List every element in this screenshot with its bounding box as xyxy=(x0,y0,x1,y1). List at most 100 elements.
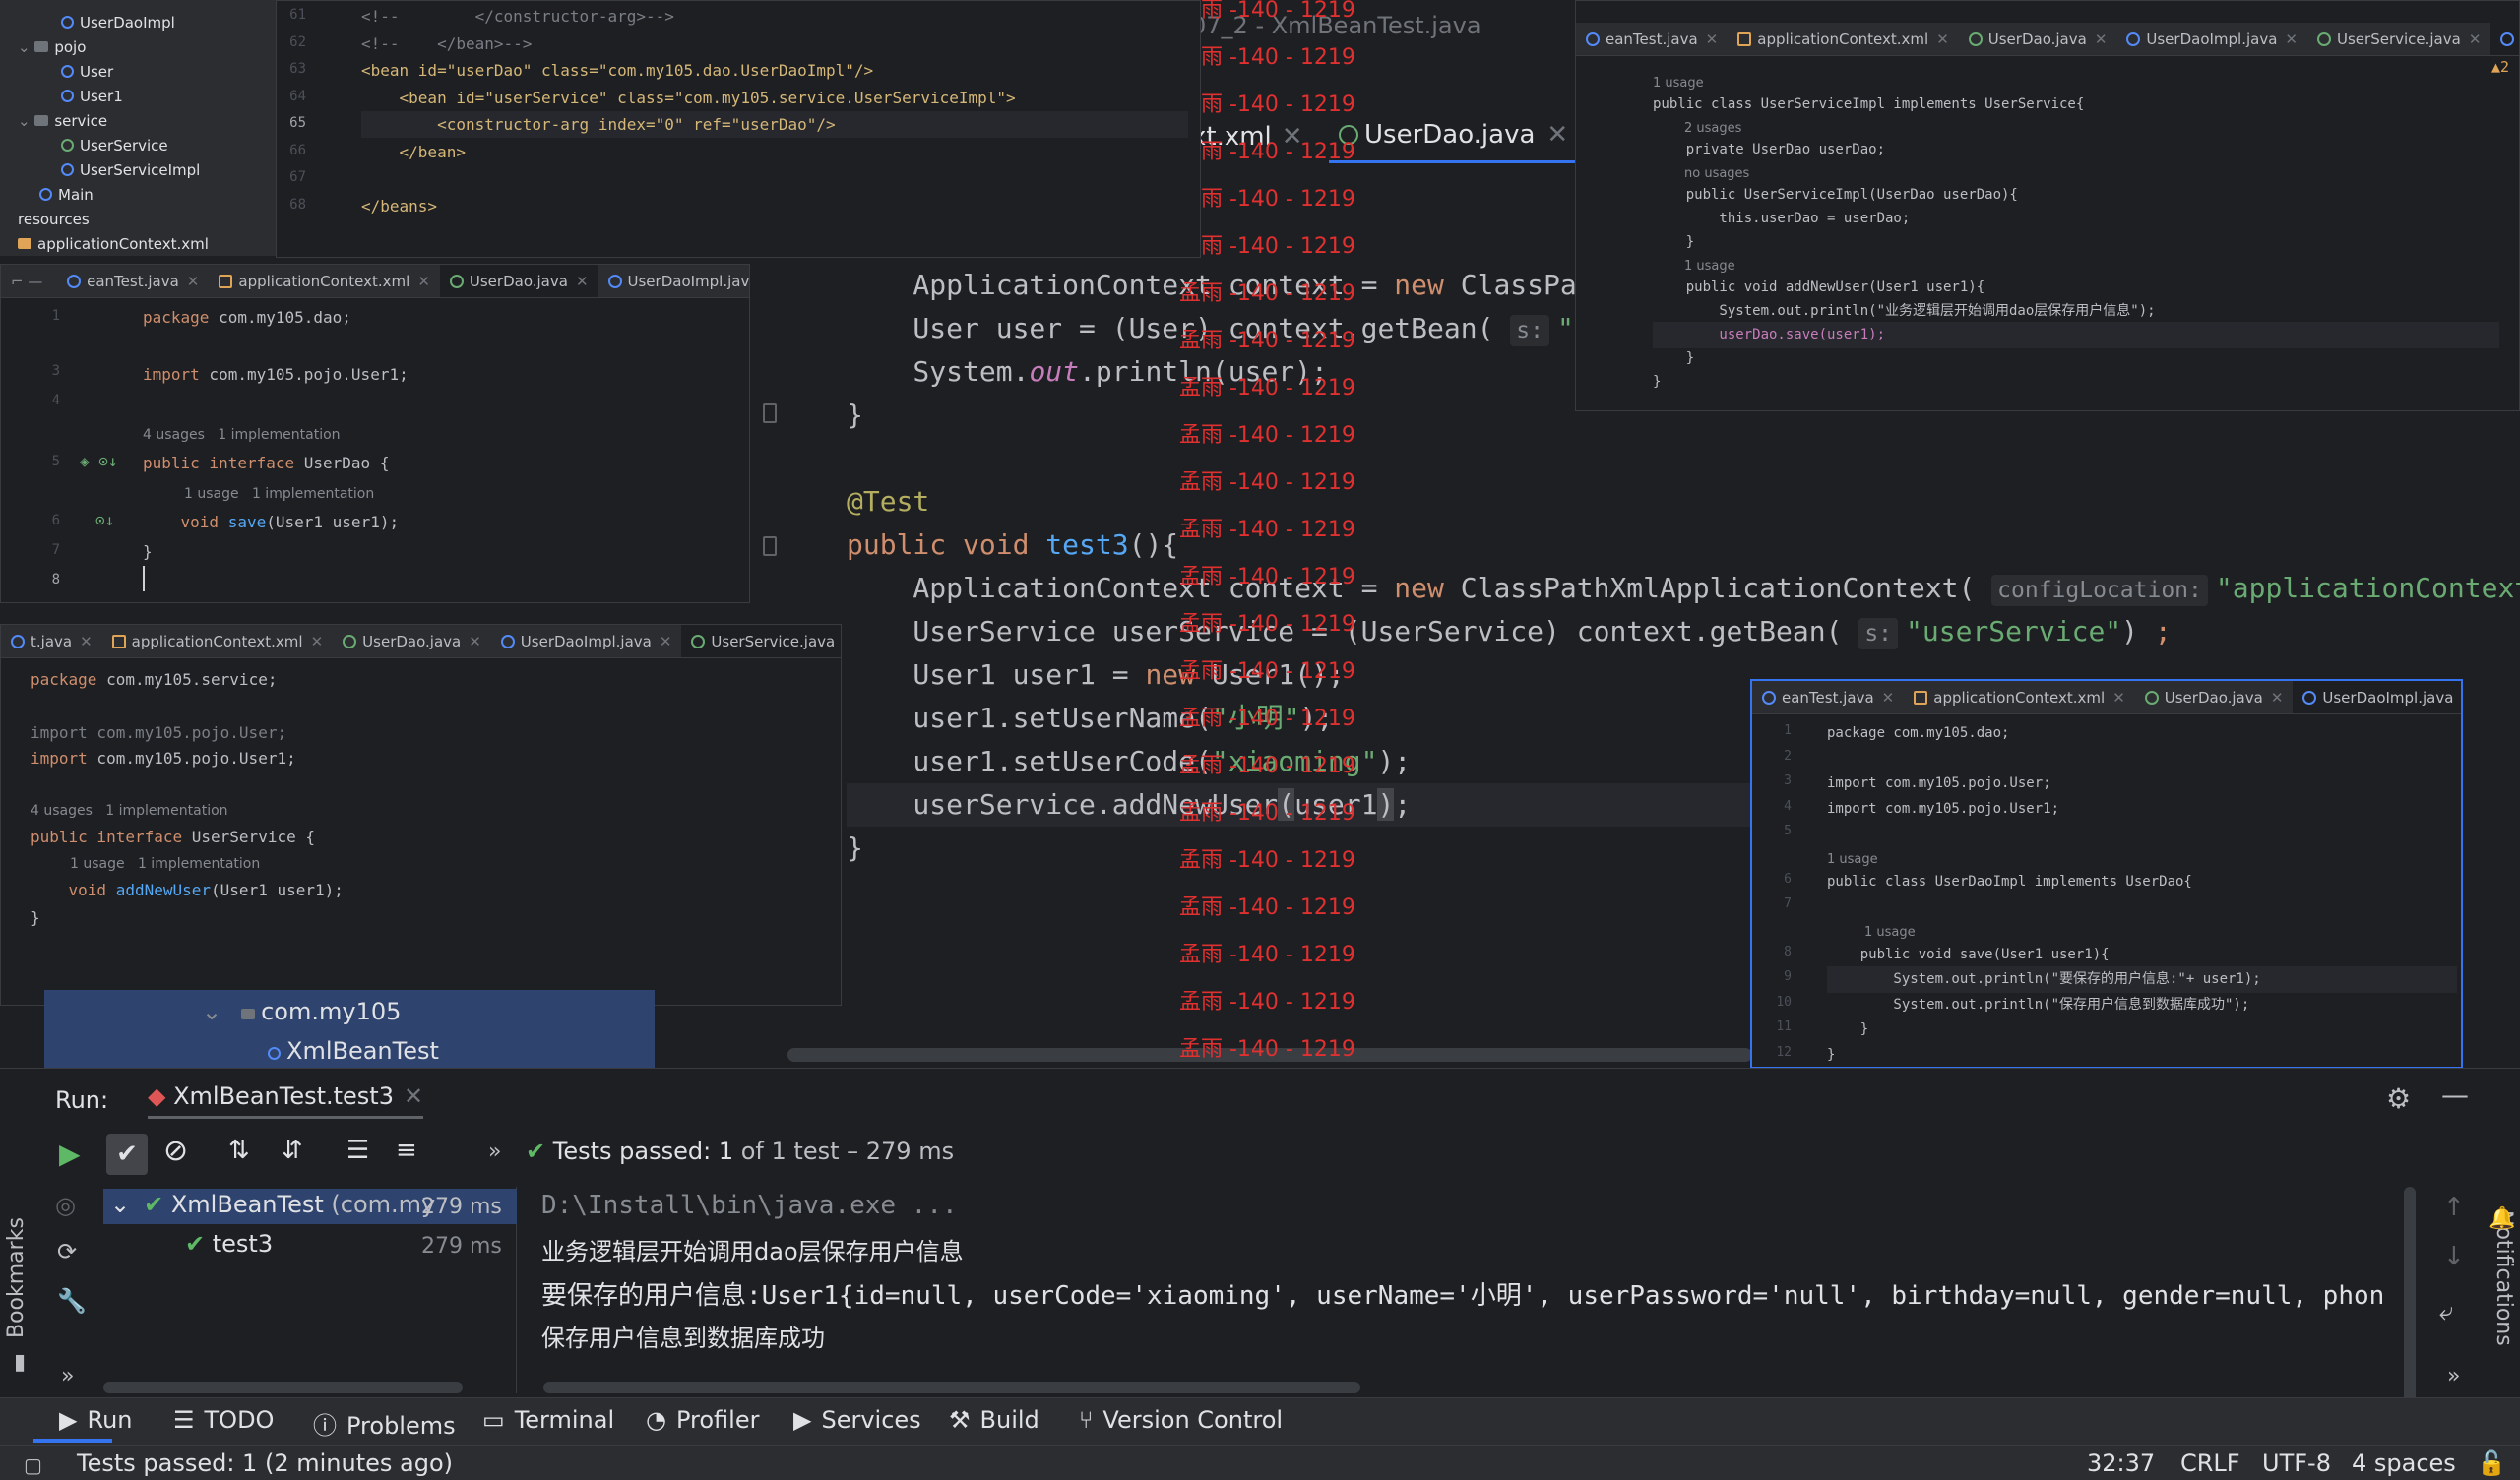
code-line[interactable]: package com.my105.dao; xyxy=(1827,720,2009,747)
tree-item[interactable]: Main xyxy=(39,186,94,204)
xml-code-line[interactable]: </beans> xyxy=(361,193,437,219)
editor-tab[interactable]: UserService.java✕ xyxy=(681,625,841,657)
run-config-tab[interactable]: ◆ XmlBeanTest.test3 ✕ xyxy=(148,1082,424,1119)
camera-icon[interactable]: ◎ xyxy=(55,1192,76,1219)
xml-code-line[interactable]: </bean> xyxy=(361,139,466,165)
editor-tab[interactable]: UserDaoImpl.java✕ xyxy=(2293,681,2461,713)
sort-alpha-icon[interactable]: ⇅ xyxy=(228,1136,250,1165)
editor-tab[interactable]: applicationContext.xml ✕ xyxy=(1728,23,1959,55)
show-ignored-icon[interactable]: ⊘ xyxy=(163,1134,188,1168)
indent-setting[interactable]: 4 spaces xyxy=(2352,1449,2456,1477)
settings-gear-icon[interactable]: ⚙ xyxy=(2386,1082,2411,1115)
editor-tab[interactable]: eanTest.java ✕ xyxy=(1576,23,1728,55)
editor-tab[interactable]: applicationContext.xml ✕ xyxy=(209,265,440,297)
tree-item[interactable]: ⌄ pojo xyxy=(18,38,86,56)
show-passed-check-icon[interactable]: ✔ xyxy=(106,1134,148,1175)
code-line[interactable]: UserService userService = (UserService) … xyxy=(847,610,2172,653)
tab-bar[interactable]: eanTest.java ✕ applicationContext.xml ✕ User… xyxy=(1576,23,2519,56)
close-icon[interactable]: ✕ xyxy=(2285,31,2298,48)
editor-tab[interactable]: UserDaoImpl.jav✕ xyxy=(598,265,749,297)
close-icon[interactable]: ✕ xyxy=(80,633,93,650)
editor-tab[interactable]: eanTest.java ✕ xyxy=(1752,681,1904,713)
code-line[interactable]: @Test xyxy=(847,480,929,524)
line-separator[interactable]: CRLF xyxy=(2180,1449,2240,1477)
up-arrow-icon[interactable]: ↑ xyxy=(2443,1193,2465,1222)
code-line[interactable]: } xyxy=(1653,369,1661,396)
close-icon[interactable]: ✕ xyxy=(576,273,589,290)
code-line[interactable]: public class UserDaoImpl implements User… xyxy=(1827,869,2192,895)
close-icon[interactable]: ✕ xyxy=(417,273,430,290)
warning-indicator[interactable]: ▲2 xyxy=(2491,58,2509,76)
toolbar-run[interactable]: ▶ Run xyxy=(59,1406,133,1434)
editor-tab[interactable]: applicationContext.xml ✕ xyxy=(102,625,334,657)
toolbar-problems[interactable]: ⓘ Problems xyxy=(313,1406,456,1441)
close-icon[interactable]: ✕ xyxy=(311,633,324,650)
toolbar-terminal[interactable]: ▭ Terminal xyxy=(482,1406,614,1434)
file-encoding[interactable]: UTF-8 xyxy=(2262,1449,2331,1477)
code-line[interactable]: } xyxy=(1827,1017,1868,1043)
xml-code-line[interactable]: <!-- </bean>--> xyxy=(361,31,532,57)
code-line[interactable]: } xyxy=(1653,229,1694,256)
code-line[interactable]: System.out.println("业务逻辑层开始调用dao层保存用户信息"… xyxy=(1653,298,2155,325)
rerun-play-icon[interactable]: ▶ xyxy=(59,1138,81,1170)
more-chevron-icon[interactable]: » xyxy=(61,1364,74,1388)
editor-tab[interactable]: UserDao.java ✕ xyxy=(1959,23,2117,55)
editor-tab[interactable]: UserDaoImpl.java✕ xyxy=(2116,23,2307,55)
code-line[interactable]: } xyxy=(847,394,863,437)
console-line[interactable]: 要保存的用户信息:User1{id=null, userCode='xiaomi… xyxy=(541,1275,2384,1312)
tree-scrollbar[interactable] xyxy=(103,1382,463,1393)
status-bar[interactable]: ▢ Tests passed: 1 (2 minutes ago) 32:37 … xyxy=(0,1445,2520,1480)
tab-bar[interactable]: ⌐ — eanTest.java ✕ applicationContext.xml ✕… xyxy=(1,265,749,298)
expand-all-icon[interactable]: ☰ xyxy=(346,1136,369,1165)
toolbar-todo[interactable]: ☰ TODO xyxy=(173,1406,274,1434)
xml-panel[interactable]: 61 <!-- </constructor-arg>--> 62 <!-- </bea… xyxy=(276,0,1201,258)
xml-code-line[interactable]: <constructor-arg index="0" ref="userDao"… xyxy=(361,111,1188,138)
close-icon[interactable]: ✕ xyxy=(1882,689,1895,707)
close-icon[interactable]: ✕ xyxy=(2469,31,2482,48)
close-icon[interactable]: ✕ xyxy=(1706,31,1719,48)
bottom-toolbar[interactable]: ▶ Run ☰ TODO ⓘ Problems ▭ Terminal ◔ Profiler… xyxy=(0,1397,2520,1445)
tab-bar[interactable]: eanTest.java ✕ applicationContext.xml ✕ User… xyxy=(1752,681,2461,714)
usage-hint[interactable]: 1 usage 1 implementation xyxy=(70,851,260,878)
lock-icon[interactable]: 🔓 xyxy=(2477,1449,2506,1477)
usage-hint[interactable]: 4 usages 1 implementation xyxy=(143,422,341,449)
test-suite-item[interactable]: ⌄ ✔ XmlBeanTest (com.my xyxy=(110,1191,435,1218)
userserviceimpl-panel[interactable]: eanTest.java ✕ applicationContext.xml ✕ User… xyxy=(1575,0,2520,411)
code-line[interactable]: public void save(User1 user1){ xyxy=(1827,942,2110,968)
editor-tab[interactable]: UserServiceImpl.java✕ xyxy=(2490,23,2519,55)
caret-position[interactable]: 32:37 xyxy=(2087,1449,2155,1477)
code-line[interactable]: userDao.save(user1); xyxy=(1653,322,2499,348)
close-icon[interactable]: ✕ xyxy=(2112,689,2125,707)
wrench-icon[interactable]: 🔧 xyxy=(57,1287,87,1315)
console-vscrollbar[interactable] xyxy=(2404,1187,2416,1403)
fold-icon[interactable] xyxy=(763,536,777,556)
more-chevron-icon[interactable]: » xyxy=(488,1140,501,1164)
test-case-item[interactable]: ✔ test3 xyxy=(185,1230,273,1258)
xml-code-line[interactable]: <!-- </constructor-arg>--> xyxy=(361,3,674,30)
tree-item[interactable]: ⌄ service xyxy=(18,112,107,130)
code-line[interactable]: public void addNewUser(User1 user1){ xyxy=(1653,275,1984,301)
tab-bar[interactable]: t.java ✕ applicationContext.xml ✕ UserDao.ja… xyxy=(1,625,841,658)
console-line[interactable]: D:\Install\bin\java.exe ... xyxy=(541,1191,958,1220)
minimize-icon[interactable]: — xyxy=(2441,1079,2469,1111)
editor-tab[interactable]: t.java ✕ xyxy=(1,625,102,657)
tree-item[interactable]: User xyxy=(61,63,113,81)
editor-tab[interactable]: applicationContext.xml ✕ xyxy=(1904,681,2135,713)
tree-item[interactable]: UserService xyxy=(61,137,168,154)
usage-hint[interactable]: 1 usage 1 implementation xyxy=(184,481,374,508)
code-line[interactable]: import com.my105.pojo.User; xyxy=(1827,771,2051,797)
layout-icon[interactable]: ▢ xyxy=(24,1453,42,1477)
console-line[interactable]: 业务逻辑层开始调用dao层保存用户信息 xyxy=(541,1232,964,1266)
xml-code-line[interactable]: <bean id="userService" class="com.my105.… xyxy=(361,85,1016,111)
code-line[interactable]: public class UserServiceImpl implements … xyxy=(1653,92,2084,118)
collapse-all-icon[interactable]: ≡ xyxy=(396,1136,417,1165)
code-line[interactable]: ApplicationContext context = new ClassPa… xyxy=(847,567,2520,610)
down-arrow-icon[interactable]: ↓ xyxy=(2443,1242,2465,1271)
editor-tab[interactable]: UserDaoImpl.java✕ xyxy=(491,625,682,657)
close-icon[interactable]: ✕ xyxy=(187,273,200,290)
bell-icon[interactable]: 🔔 xyxy=(2488,1206,2515,1231)
bookmarks-tool-button[interactable]: Bookmarks xyxy=(4,1217,29,1338)
implementation-gutter-icon[interactable]: ◈ ⊙↓ xyxy=(80,452,118,470)
status-message[interactable]: Tests passed: 1 (2 minutes ago) xyxy=(77,1449,453,1477)
soft-wrap-icon[interactable]: ⤶ xyxy=(2439,1297,2454,1327)
